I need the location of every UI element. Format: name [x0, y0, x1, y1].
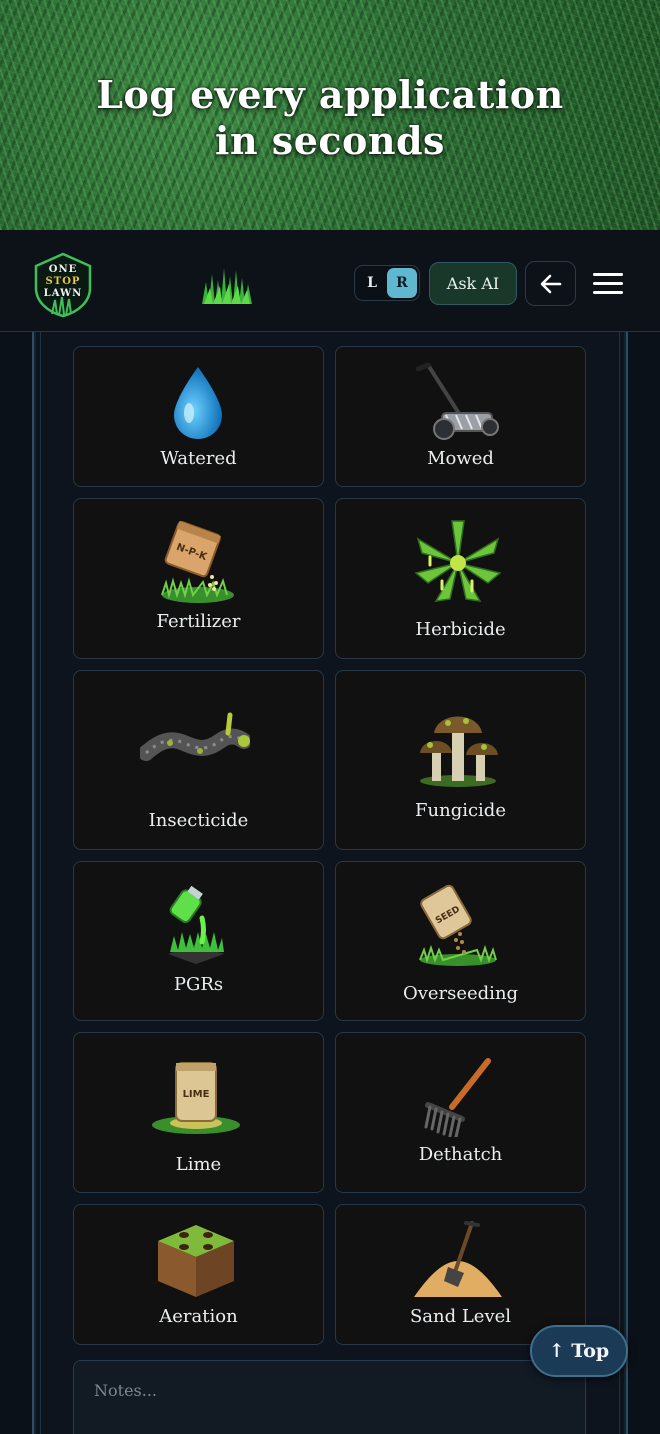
lime-bag-icon: LIME [152, 1062, 240, 1134]
back-button[interactable] [525, 261, 576, 306]
tile-label: PGRs [173, 974, 224, 995]
sand-pile-shovel-icon [414, 1221, 502, 1297]
tile-overseeding[interactable]: SEED Overseeding [335, 861, 586, 1021]
tile-sand-level[interactable]: Sand Level [335, 1204, 586, 1345]
logo-text-one: ONE [48, 264, 78, 275]
tile-fungicide[interactable]: Fungicide [335, 670, 586, 850]
mushroom-cluster-icon [420, 716, 498, 787]
soil-core-icon [158, 1225, 234, 1297]
tile-watered[interactable]: Watered [73, 346, 324, 487]
tile-fertilizer[interactable]: N-P-K Fertilizer [73, 498, 324, 659]
tile-label: Overseeding [402, 983, 519, 1004]
ask-ai-button[interactable]: Ask AI [429, 262, 517, 305]
left-right-toggle[interactable]: L R [354, 265, 420, 301]
one-stop-lawn-logo[interactable]: ONE STOP LAWN [32, 252, 94, 318]
logo-text-stop: STOP [45, 276, 81, 287]
seed-bag-icon: SEED [419, 884, 497, 966]
tile-mowed[interactable]: Mowed [335, 346, 586, 487]
logo-text-lawn: LAWN [43, 288, 83, 299]
tile-lime[interactable]: LIME Lime [73, 1032, 324, 1193]
tile-label: Watered [160, 448, 237, 469]
toggle-left-button[interactable]: L [357, 268, 387, 298]
toggle-right-button[interactable]: R [387, 268, 417, 298]
hero-banner: Log every application in seconds [0, 0, 660, 230]
weed-plant-icon [414, 520, 502, 602]
top-navbar: ONE STOP LAWN L R Ask AI [0, 230, 660, 332]
reel-mower-icon [416, 363, 499, 440]
tile-label: Sand Level [409, 1306, 512, 1327]
growth-regulator-bottle-icon [168, 886, 224, 964]
tile-label: Aeration [159, 1306, 238, 1327]
rake-icon [424, 1058, 491, 1137]
tile-label: Fertilizer [156, 611, 241, 632]
hamburger-menu-icon[interactable] [590, 270, 626, 298]
hero-title: Log every application in seconds [0, 72, 660, 164]
notes-placeholder: Notes... [94, 1381, 157, 1400]
tile-label: Dethatch [418, 1144, 503, 1165]
tile-insecticide[interactable]: Insecticide [73, 670, 324, 850]
tile-label: Mowed [427, 448, 494, 469]
water-drop-icon [174, 367, 222, 439]
hero-title-line-1: Log every application [96, 72, 564, 117]
fertilizer-bag-icon: N-P-K [161, 521, 234, 603]
arrow-left-icon [540, 274, 561, 293]
grass-icon [200, 262, 254, 306]
tile-pgrs[interactable]: PGRs [73, 861, 324, 1021]
tile-label: Insecticide [148, 810, 249, 831]
tile-label: Herbicide [415, 619, 506, 640]
tile-label: Lime [175, 1154, 222, 1175]
scroll-to-top-button[interactable]: ↑ Top [530, 1325, 628, 1377]
hero-title-line-2: in seconds [215, 118, 445, 163]
tile-herbicide[interactable]: Herbicide [335, 498, 586, 659]
tile-dethatch[interactable]: Dethatch [335, 1032, 586, 1193]
grub-insect-icon [140, 712, 250, 761]
tile-aeration[interactable]: Aeration [73, 1204, 324, 1345]
tile-label: Fungicide [415, 800, 506, 821]
lime-bag-label: LIME [183, 1089, 210, 1100]
notes-field[interactable]: Notes... [73, 1360, 586, 1434]
